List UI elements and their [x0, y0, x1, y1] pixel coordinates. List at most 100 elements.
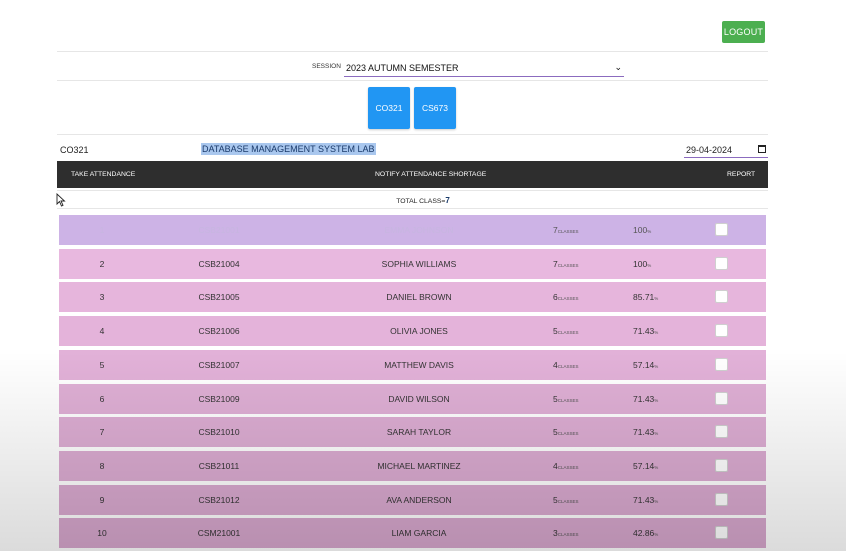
row-classes-unit: CLASSES — [557, 499, 579, 504]
row-roll-number: CSB21004 — [198, 259, 240, 269]
course-button-co321[interactable]: CO321 — [368, 87, 410, 129]
row-serial: 3 — [99, 292, 105, 302]
row-percentage-value: 71.43 — [633, 326, 655, 336]
report-checkbox[interactable] — [715, 358, 728, 371]
row-percentage: 71.43% — [633, 485, 683, 517]
date-input[interactable]: 29-04-2024 — [684, 143, 768, 158]
row-percentage: 71.43% — [633, 417, 683, 449]
calendar-icon[interactable] — [758, 145, 766, 153]
table-row: 10 CSM21001 LIAM GARCIA 3CLASSES 42.86% — [59, 518, 766, 548]
row-student-name: AVA ANDERSON — [386, 495, 452, 505]
table-row: 6 CSB21009 DAVID WILSON 5CLASSES 71.43% — [59, 384, 766, 414]
row-classes-unit: CLASSES — [557, 398, 579, 403]
row-roll-number: CSB21009 — [198, 394, 240, 404]
row-classes-unit: CLASSES — [557, 229, 579, 234]
row-percentage-unit: % — [654, 532, 659, 537]
row-classes-unit: CLASSES — [557, 263, 579, 268]
report-header[interactable]: REPORT — [727, 171, 755, 178]
row-percentage-value: 100 — [633, 259, 648, 269]
row-percentage: 100% — [633, 215, 683, 247]
row-percentage-unit: % — [654, 465, 659, 470]
row-roll-number: CSB21012 — [198, 495, 240, 505]
take-attendance-header[interactable]: TAKE ATTENDANCE — [71, 171, 135, 178]
row-student-name: DAVID WILSON — [388, 394, 450, 404]
divider — [57, 134, 768, 135]
course-button-cs673[interactable]: CS673 — [414, 87, 456, 129]
course-name: DATABASE MANAGEMENT SYSTEM LAB — [201, 143, 376, 155]
row-percentage-value: 57.14 — [633, 461, 655, 471]
report-checkbox[interactable] — [715, 392, 728, 405]
table-row: 1 CSB21001 EMMA JOHNSON 7CLASSES 100% — [59, 215, 766, 245]
table-row: 3 CSB21005 DANIEL BROWN 6CLASSES 85.71% — [59, 282, 766, 312]
row-serial: 8 — [99, 461, 105, 471]
row-percentage: 57.14% — [633, 451, 683, 483]
report-checkbox[interactable] — [715, 493, 728, 506]
row-classes-attended: 7CLASSES — [553, 215, 593, 247]
report-checkbox[interactable] — [715, 459, 728, 472]
row-roll-number: CSM21001 — [197, 528, 241, 538]
row-percentage-value: 42.86 — [633, 528, 655, 538]
row-percentage-unit: % — [654, 499, 659, 504]
row-classes-unit: CLASSES — [557, 330, 579, 335]
session-label: SESSION — [312, 63, 341, 70]
notify-shortage-header[interactable]: NOTIFY ATTENDANCE SHORTAGE — [375, 171, 486, 178]
date-value: 29-04-2024 — [686, 145, 733, 155]
row-student-name: OLIVIA JONES — [390, 326, 448, 336]
report-checkbox[interactable] — [715, 223, 728, 236]
row-classes-attended: 6CLASSES — [553, 282, 593, 314]
session-select[interactable]: 2023 AUTUMN SEMESTER ⌄ — [344, 61, 624, 77]
row-classes-attended: 7CLASSES — [553, 249, 593, 281]
row-serial: 9 — [99, 495, 105, 505]
row-percentage-value: 71.43 — [633, 394, 655, 404]
table-row: 8 CSB21011 MICHAEL MARTINEZ 4CLASSES 57.14% — [59, 451, 766, 481]
row-student-name: DANIEL BROWN — [386, 292, 452, 302]
row-classes-attended: 4CLASSES — [553, 451, 593, 483]
row-classes-unit: CLASSES — [557, 431, 579, 436]
row-percentage-unit: % — [654, 330, 659, 335]
session-select-value: 2023 AUTUMN SEMESTER — [346, 63, 459, 73]
mouse-cursor-icon — [56, 193, 66, 207]
report-checkbox[interactable] — [715, 290, 728, 303]
report-checkbox[interactable] — [715, 526, 728, 539]
row-classes-attended: 5CLASSES — [553, 316, 593, 348]
total-class: TOTAL CLASS=7 — [0, 196, 846, 205]
report-checkbox[interactable] — [715, 425, 728, 438]
report-checkbox[interactable] — [715, 324, 728, 337]
row-serial: 2 — [99, 259, 105, 269]
row-classes-attended: 5CLASSES — [553, 417, 593, 449]
row-roll-number: CSB21005 — [198, 292, 240, 302]
row-classes-unit: CLASSES — [557, 364, 579, 369]
row-student-name: SOPHIA WILLIAMS — [381, 259, 457, 269]
row-percentage-unit: % — [647, 229, 652, 234]
row-percentage: 100% — [633, 249, 683, 281]
row-classes-unit: CLASSES — [557, 465, 579, 470]
row-percentage-unit: % — [654, 398, 659, 403]
course-info-row: CO321 DATABASE MANAGEMENT SYSTEM LAB 29-… — [57, 142, 768, 160]
row-classes-attended: 5CLASSES — [553, 384, 593, 416]
row-percentage-value: 71.43 — [633, 427, 655, 437]
total-class-value: 7 — [445, 196, 450, 205]
row-serial: 1 — [99, 225, 105, 235]
row-serial: 10 — [97, 528, 107, 538]
row-serial: 4 — [99, 326, 105, 336]
table-row: 7 CSB21010 SARAH TAYLOR 5CLASSES 71.43% — [59, 417, 766, 447]
row-percentage-unit: % — [654, 364, 659, 369]
logout-button[interactable]: LOGOUT — [722, 21, 765, 43]
row-roll-number: CSB21007 — [198, 360, 240, 370]
row-percentage-value: 57.14 — [633, 360, 655, 370]
report-checkbox[interactable] — [715, 257, 728, 270]
row-serial: 6 — [99, 394, 105, 404]
table-row: 2 CSB21004 SOPHIA WILLIAMS 7CLASSES 100% — [59, 249, 766, 279]
total-class-label: TOTAL CLASS= — [396, 198, 446, 205]
row-classes-unit: CLASSES — [557, 532, 579, 537]
row-student-name: SARAH TAYLOR — [386, 427, 452, 437]
row-percentage: 71.43% — [633, 316, 683, 348]
row-percentage-value: 100 — [633, 225, 648, 235]
row-student-name: EMMA JOHNSON — [384, 225, 454, 235]
row-student-name: MICHAEL MARTINEZ — [377, 461, 461, 471]
row-student-name: MATTHEW DAVIS — [384, 360, 454, 370]
table-header: TAKE ATTENDANCE NOTIFY ATTENDANCE SHORTA… — [57, 161, 768, 188]
row-classes-unit: CLASSES — [557, 296, 579, 301]
row-percentage: 42.86% — [633, 518, 683, 550]
course-code: CO321 — [60, 145, 89, 155]
